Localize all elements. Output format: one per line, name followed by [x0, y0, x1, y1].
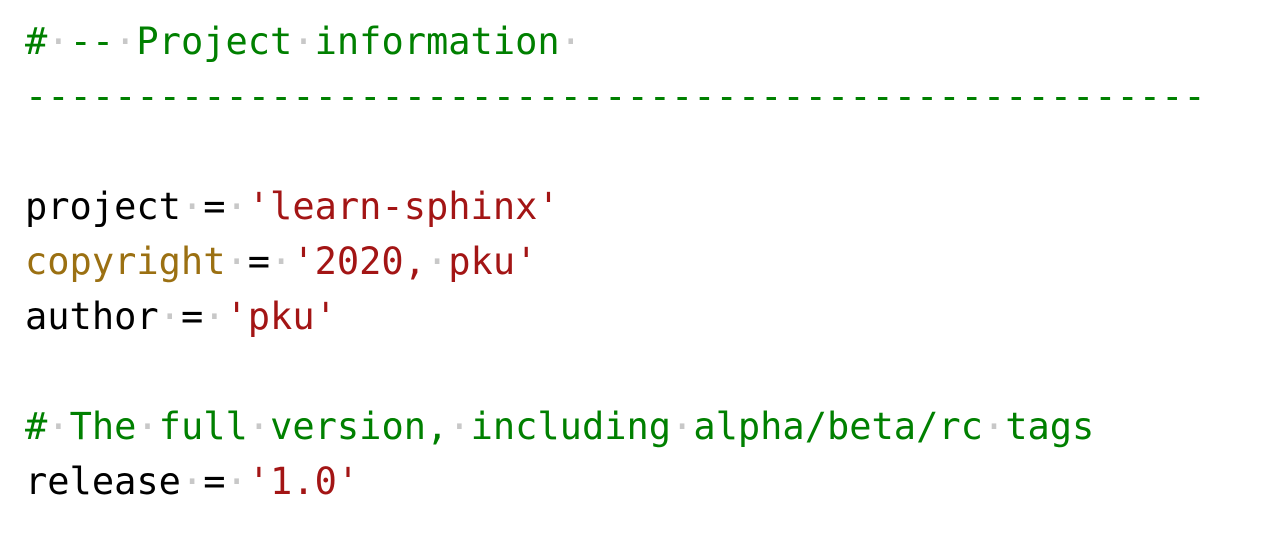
token-operator: =: [247, 240, 271, 283]
token-comment: version,: [270, 405, 449, 448]
token-comment: #: [25, 405, 48, 448]
token-string: 'learn-sphinx': [247, 185, 560, 228]
whitespace-dot: [983, 405, 1005, 448]
token-comment: --: [69, 20, 115, 63]
token-comment: alpha/beta/rc: [693, 405, 983, 448]
whitespace-dot: [560, 20, 582, 63]
token-name: project: [25, 185, 181, 228]
whitespace-dot: [181, 460, 203, 503]
token-operator: =: [203, 185, 226, 228]
whitespace-dot: [47, 405, 69, 448]
token-comment: Project: [136, 20, 293, 63]
whitespace-dot: [226, 460, 248, 503]
whitespace-dot: [248, 405, 270, 448]
token-comment: including: [470, 405, 672, 448]
code-line[interactable]: ----------------------------------------…: [25, 69, 1266, 124]
code-line[interactable]: # -- Project information: [25, 14, 1266, 69]
token-comment: #: [25, 20, 48, 63]
whitespace-dot: [292, 20, 314, 63]
code-line[interactable]: project = 'learn-sphinx': [25, 179, 1266, 234]
whitespace-dot: [114, 20, 136, 63]
token-comment: ----------------------------------------…: [25, 75, 1206, 118]
code-line[interactable]: release = '1.0': [25, 454, 1266, 509]
token-operator: =: [180, 295, 204, 338]
token-comment: tags: [1005, 405, 1095, 448]
whitespace-dot: [159, 295, 181, 338]
whitespace-dot: [448, 405, 470, 448]
whitespace-dot: [203, 295, 225, 338]
token-name: release: [25, 460, 181, 503]
token-comment: The: [69, 405, 137, 448]
code-line[interactable]: author = 'pku': [25, 289, 1266, 344]
whitespace-dot: [671, 405, 693, 448]
whitespace-dot: [181, 185, 203, 228]
token-comment: full: [158, 405, 248, 448]
whitespace-dot: [47, 20, 69, 63]
whitespace-dot: [426, 240, 448, 283]
token-string: pku': [448, 240, 538, 283]
code-editor[interactable]: # -- Project information -------------------…: [0, 0, 1266, 554]
whitespace-dot: [270, 240, 292, 283]
code-line[interactable]: copyright = '2020, pku': [25, 234, 1266, 289]
whitespace-dot: [226, 185, 248, 228]
token-string: '2020,: [292, 240, 426, 283]
code-line[interactable]: [25, 344, 1266, 399]
token-string: 'pku': [225, 295, 337, 338]
token-comment: information: [314, 20, 560, 63]
code-line[interactable]: [25, 124, 1266, 179]
token-operator: =: [203, 460, 226, 503]
whitespace-dot: [136, 405, 158, 448]
code-line[interactable]: # Thefull version, including alpha/beta/rc ta…: [25, 399, 1266, 454]
token-string: '1.0': [247, 460, 360, 503]
whitespace-dot: [225, 240, 247, 283]
token-builtin: copyright: [25, 240, 226, 283]
token-name: author: [25, 295, 159, 338]
